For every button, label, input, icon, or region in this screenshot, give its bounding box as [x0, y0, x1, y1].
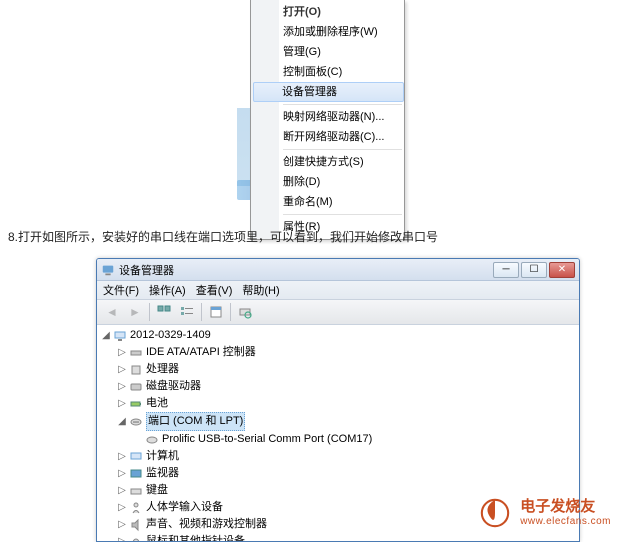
watermark-en: www.elecfans.com [520, 516, 611, 527]
scan-button[interactable] [234, 302, 256, 322]
tree-label: 端口 (COM 和 LPT) [146, 412, 245, 431]
menu-view[interactable]: 查看(V) [196, 282, 233, 298]
toolbar-sep [230, 303, 231, 321]
tree-label: 鼠标和其他指针设备 [146, 533, 245, 541]
detail-button[interactable] [176, 302, 198, 322]
menu-item-device-manager[interactable]: 设备管理器 [253, 82, 404, 102]
context-menu: 打开(O) 添加或删除程序(W) 管理(G) 控制面板(C) 设备管理器 映射网… [250, 0, 405, 240]
menu-item-disconnect[interactable]: 断开网络驱动器(C)... [255, 127, 404, 147]
tree-label: 声音、视频和游戏控制器 [146, 516, 267, 533]
mouse-icon [129, 535, 143, 542]
expand-icon[interactable]: ▷ [117, 516, 127, 533]
tree-node-port-item[interactable]: Prolific USB-to-Serial Comm Port (COM17) [101, 431, 579, 448]
expand-icon[interactable]: ▷ [117, 395, 127, 412]
window-icon [101, 263, 115, 277]
tree-node-mouse[interactable]: ▷ 鼠标和其他指针设备 [101, 533, 579, 541]
view-button[interactable] [153, 302, 175, 322]
tree-label: Prolific USB-to-Serial Comm Port (COM17) [162, 431, 372, 448]
tree-label: 处理器 [146, 361, 179, 378]
port-icon [129, 415, 143, 429]
disk-icon [129, 380, 143, 394]
titlebar: 设备管理器 ─ ☐ ✕ [97, 259, 579, 281]
props-button[interactable] [205, 302, 227, 322]
menu-item-rename[interactable]: 重命名(M) [255, 192, 404, 212]
toolbar: ◄ ► [97, 300, 579, 325]
monitor-icon [129, 467, 143, 481]
close-button[interactable]: ✕ [549, 262, 575, 278]
back-button[interactable]: ◄ [101, 302, 123, 322]
expand-icon[interactable]: ▷ [117, 448, 127, 465]
menu-item-add-remove[interactable]: 添加或删除程序(W) [255, 22, 404, 42]
computer-icon [129, 450, 143, 464]
tree-label: 2012-0329-1409 [130, 327, 211, 344]
menu-item-map-network[interactable]: 映射网络驱动器(N)... [255, 107, 404, 127]
expand-icon[interactable]: ▷ [117, 465, 127, 482]
tree-node-battery[interactable]: ▷ 电池 [101, 395, 579, 412]
collapse-icon[interactable]: ◢ [101, 327, 111, 344]
menu-help[interactable]: 帮助(H) [242, 282, 279, 298]
keyboard-icon [129, 484, 143, 498]
menu-file[interactable]: 文件(F) [103, 282, 139, 298]
instruction-text: 8.打开如图所示，安装好的串口线在端口选项里，可以看到，我们开始修改串口号 [8, 228, 438, 245]
maximize-button[interactable]: ☐ [521, 262, 547, 278]
tree-label: 人体学输入设备 [146, 499, 223, 516]
hid-icon [129, 501, 143, 515]
window-title: 设备管理器 [119, 262, 491, 278]
menu-label: 打开(O) [283, 6, 321, 18]
menu-separator [283, 104, 402, 105]
watermark: 电子发烧友 www.elecfans.com [476, 497, 611, 529]
ide-icon [129, 346, 143, 360]
tree-node-disk[interactable]: ▷ 磁盘驱动器 [101, 378, 579, 395]
tree-label: 电池 [146, 395, 168, 412]
tree-node-cpu[interactable]: ▷ 处理器 [101, 361, 579, 378]
fwd-button[interactable]: ► [124, 302, 146, 322]
watermark-zh: 电子发烧友 [520, 499, 611, 516]
expand-icon[interactable]: ▷ [117, 533, 127, 541]
collapse-icon[interactable]: ◢ [117, 413, 127, 430]
menu-item-shortcut[interactable]: 创建快捷方式(S) [255, 152, 404, 172]
menu-item-delete[interactable]: 删除(D) [255, 172, 404, 192]
expand-icon[interactable]: ▷ [117, 361, 127, 378]
tree-label: 计算机 [146, 448, 179, 465]
expand-icon[interactable]: ▷ [117, 482, 127, 499]
menubar: 文件(F) 操作(A) 查看(V) 帮助(H) [97, 281, 579, 300]
expand-icon[interactable]: ▷ [117, 344, 127, 361]
computer-icon [113, 329, 127, 343]
tree-node-monitor[interactable]: ▷ 监视器 [101, 465, 579, 482]
serial-icon [145, 433, 159, 447]
tree-node-ide[interactable]: ▷ IDE ATA/ATAPI 控制器 [101, 344, 579, 361]
tree-root[interactable]: ◢ 2012-0329-1409 [101, 327, 579, 344]
menu-separator [283, 149, 402, 150]
battery-icon [129, 397, 143, 411]
expand-icon[interactable]: ▷ [117, 499, 127, 516]
menu-item-manage[interactable]: 管理(G) [255, 42, 404, 62]
toolbar-sep [149, 303, 150, 321]
menu-item-open[interactable]: 打开(O) [255, 2, 404, 22]
tree-label: 监视器 [146, 465, 179, 482]
tree-label: 键盘 [146, 482, 168, 499]
tree-node-computer[interactable]: ▷ 计算机 [101, 448, 579, 465]
menu-action[interactable]: 操作(A) [149, 282, 186, 298]
tree-label: IDE ATA/ATAPI 控制器 [146, 344, 256, 361]
elecfans-logo-icon [476, 497, 514, 529]
minimize-button[interactable]: ─ [493, 262, 519, 278]
toolbar-sep [201, 303, 202, 321]
menu-item-control-panel[interactable]: 控制面板(C) [255, 62, 404, 82]
cpu-icon [129, 363, 143, 377]
tree-label: 磁盘驱动器 [146, 378, 201, 395]
menu-separator [283, 214, 402, 215]
expand-icon[interactable]: ▷ [117, 378, 127, 395]
sound-icon [129, 518, 143, 532]
tree-node-ports[interactable]: ◢ 端口 (COM 和 LPT) [101, 412, 579, 431]
